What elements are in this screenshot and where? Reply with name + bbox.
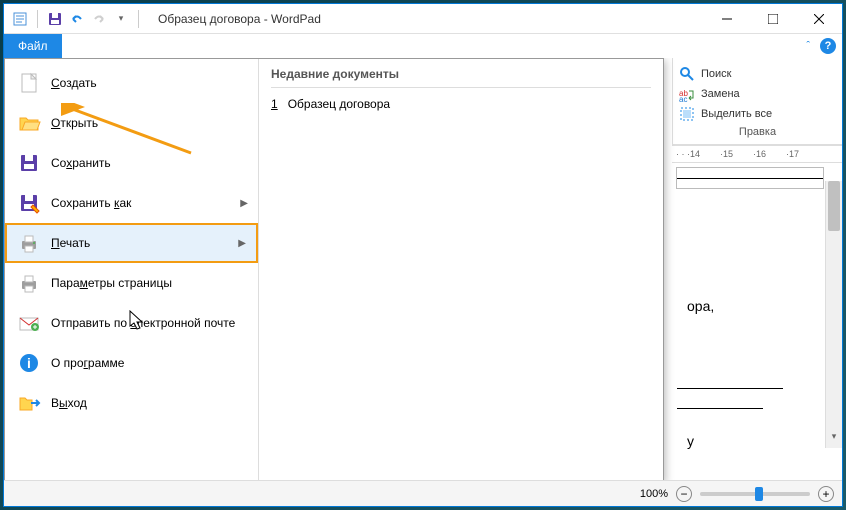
file-print[interactable]: Печать ▶ <box>5 223 258 263</box>
file-page-setup[interactable]: Параметры страницы <box>5 263 258 303</box>
file-open[interactable]: Открыть <box>5 103 258 143</box>
menu-label: О программе <box>51 356 124 370</box>
menu-label: Печать <box>51 236 90 250</box>
recent-document-index: 1 <box>271 97 278 111</box>
zoom-level-label: 100% <box>640 488 668 500</box>
workspace: ект Поиск abac Замена Выделить все Правк… <box>4 58 842 480</box>
vertical-scrollbar[interactable]: ▴ ▾ <box>825 181 842 448</box>
file-menu-recent: Недавние документы 1 Образец договора <box>259 59 663 480</box>
submenu-arrow-icon: ▶ <box>238 238 246 249</box>
doc-text-fragment: ора, <box>687 298 714 314</box>
statusbar: 100% − + <box>4 480 842 506</box>
zoom-slider-thumb[interactable] <box>755 487 763 501</box>
right-panel: ект Поиск abac Замена Выделить все Правк… <box>672 58 842 448</box>
find-label: Поиск <box>701 68 731 80</box>
menu-label: Параметры страницы <box>51 276 172 290</box>
info-icon: i <box>17 351 41 375</box>
recent-document-item[interactable]: 1 Образец договора <box>271 94 651 114</box>
window-title: Образец договора - WordPad <box>150 12 704 26</box>
collapse-ribbon-icon[interactable]: ˆ <box>806 40 810 52</box>
undo-icon[interactable] <box>69 11 85 27</box>
file-save[interactable]: Сохранить <box>5 143 258 183</box>
menu-label: Сохранить как <box>51 196 131 210</box>
quick-access-toolbar: ▾ <box>4 10 150 28</box>
file-save-as[interactable]: Сохранить как ▶ <box>5 183 258 223</box>
save-disk-icon <box>17 151 41 175</box>
recent-documents-header: Недавние документы <box>271 67 651 88</box>
help-icon[interactable]: ? <box>820 38 836 54</box>
app-window: ▾ Образец договора - WordPad Файл ˆ ? <box>3 3 843 507</box>
window-controls <box>704 4 842 34</box>
replace-button[interactable]: abac Замена <box>679 84 836 104</box>
file-menu: Создать Открыть Сохранить Сохранить как … <box>4 58 664 480</box>
close-button[interactable] <box>796 4 842 34</box>
replace-label: Замена <box>701 88 740 100</box>
zoom-slider[interactable] <box>700 492 810 496</box>
scroll-thumb[interactable] <box>828 181 840 231</box>
file-about[interactable]: i О программе <box>5 343 258 383</box>
save-as-icon <box>17 191 41 215</box>
menu-label: Отправить по электронной почте <box>51 316 235 330</box>
zoom-out-button[interactable]: − <box>676 486 692 502</box>
scroll-down-icon[interactable]: ▾ <box>826 431 842 448</box>
file-tab[interactable]: Файл <box>4 34 62 58</box>
editing-group: Поиск abac Замена Выделить все Правка <box>672 58 842 145</box>
email-icon <box>17 311 41 335</box>
editing-group-caption: Правка <box>679 124 836 142</box>
select-all-label: Выделить все <box>701 108 772 120</box>
file-send-email[interactable]: Отправить по электронной почте <box>5 303 258 343</box>
maximize-button[interactable] <box>750 4 796 34</box>
submenu-arrow-icon: ▶ <box>240 198 248 209</box>
file-exit[interactable]: Выход <box>5 383 258 423</box>
recent-document-name: Образец договора <box>288 97 390 111</box>
minimize-button[interactable] <box>704 4 750 34</box>
menu-label: Открыть <box>51 116 98 130</box>
menu-label: Сохранить <box>51 156 111 170</box>
document-area[interactable]: ора, у <box>676 167 824 189</box>
page-setup-icon <box>17 271 41 295</box>
doc-text-fragment: у <box>687 433 694 449</box>
redo-icon[interactable] <box>91 11 107 27</box>
menu-label: Выход <box>51 396 87 410</box>
ruler: · · ·14 ·15 ·16 ·17 <box>672 145 842 163</box>
find-button[interactable]: Поиск <box>679 64 836 84</box>
svg-text:i: i <box>27 355 31 371</box>
app-icon <box>12 11 28 27</box>
save-icon[interactable] <box>47 11 63 27</box>
zoom-in-button[interactable]: + <box>818 486 834 502</box>
svg-text:ac: ac <box>679 95 687 102</box>
titlebar: ▾ Образец договора - WordPad <box>4 4 842 34</box>
file-menu-commands: Создать Открыть Сохранить Сохранить как … <box>5 59 259 480</box>
new-document-icon <box>17 71 41 95</box>
select-all-button[interactable]: Выделить все <box>679 104 836 124</box>
ribbon-tabs: Файл ˆ ? <box>4 34 842 58</box>
printer-icon <box>17 231 41 255</box>
exit-icon <box>17 391 41 415</box>
open-folder-icon <box>17 111 41 135</box>
menu-label: Создать <box>51 76 97 90</box>
qat-dropdown-icon[interactable]: ▾ <box>113 11 129 27</box>
file-new[interactable]: Создать <box>5 63 258 103</box>
